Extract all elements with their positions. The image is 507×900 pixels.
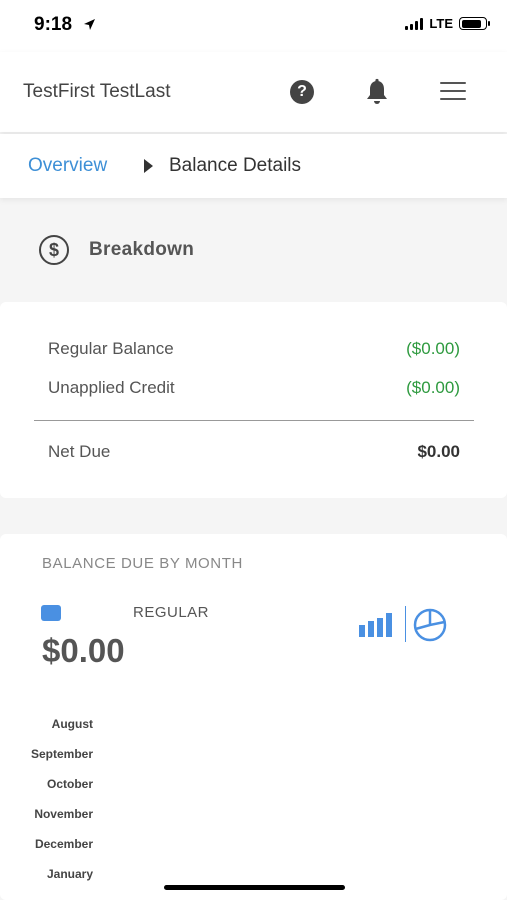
app-header: TestFirst TestLast ? [0,52,507,132]
legend-swatch[interactable] [41,605,61,621]
breadcrumb-overview-link[interactable]: Overview [28,155,107,177]
chart-toggle-divider [405,606,406,642]
net-due-value: $0.00 [417,442,460,461]
battery-icon [459,17,490,30]
breadcrumb-current: Balance Details [169,155,302,176]
breakdown-header: $ Breakdown [0,218,507,298]
signal-strength-icon [405,17,424,30]
balance-by-month-card: BALANCE DUE BY MONTH REGULAR $0.00 Augus… [0,534,507,900]
net-due-row: Net Due $0.00 [48,442,460,466]
divider [34,420,474,421]
unapplied-credit-value: ($0.00) [406,378,460,397]
total-amount: $0.00 [42,632,125,669]
network-type: LTE [429,16,453,31]
breakdown-title: Breakdown [89,239,195,260]
dollar-circle-icon: $ [39,235,69,265]
unapplied-credit-row: Unapplied Credit ($0.00) [48,378,460,402]
month-label: October [46,777,93,791]
bell-icon[interactable] [364,78,390,106]
section-title: BALANCE DUE BY MONTH [42,555,243,572]
month-label: November [34,807,93,821]
breadcrumb-separator-icon [144,159,153,173]
hamburger-menu-icon[interactable] [440,82,466,100]
month-label: January [46,867,93,881]
balance-card: Regular Balance ($0.00) Unapplied Credit… [0,302,507,498]
status-time: 9:18 [34,14,73,35]
legend-label: REGULAR [133,604,210,621]
regular-balance-value: ($0.00) [406,339,460,358]
month-label: August [51,717,93,731]
help-icon[interactable]: ? [290,80,314,104]
breadcrumb: Overview Balance Details [0,134,507,198]
home-indicator [164,885,345,890]
bar-chart-icon[interactable] [358,613,396,637]
user-name: TestFirst TestLast [23,81,171,102]
pie-chart-icon[interactable] [411,608,449,642]
month-label: September [30,747,93,761]
regular-balance-label: Regular Balance [48,339,174,358]
status-bar: 9:18 LTE [0,0,507,52]
month-label: December [34,837,93,851]
net-due-label: Net Due [48,442,111,461]
unapplied-credit-label: Unapplied Credit [48,378,175,397]
location-arrow-icon [84,19,95,30]
regular-balance-row: Regular Balance ($0.00) [48,339,460,363]
